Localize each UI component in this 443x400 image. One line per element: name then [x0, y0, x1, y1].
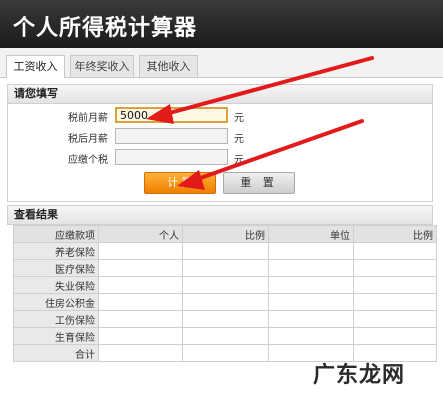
- arrow-to-calculate-button: [177, 119, 364, 190]
- red-arrow-annotations: [146, 56, 374, 190]
- arrow-to-salary-input: [146, 56, 374, 124]
- watermark-text: 广东龙网: [313, 363, 406, 388]
